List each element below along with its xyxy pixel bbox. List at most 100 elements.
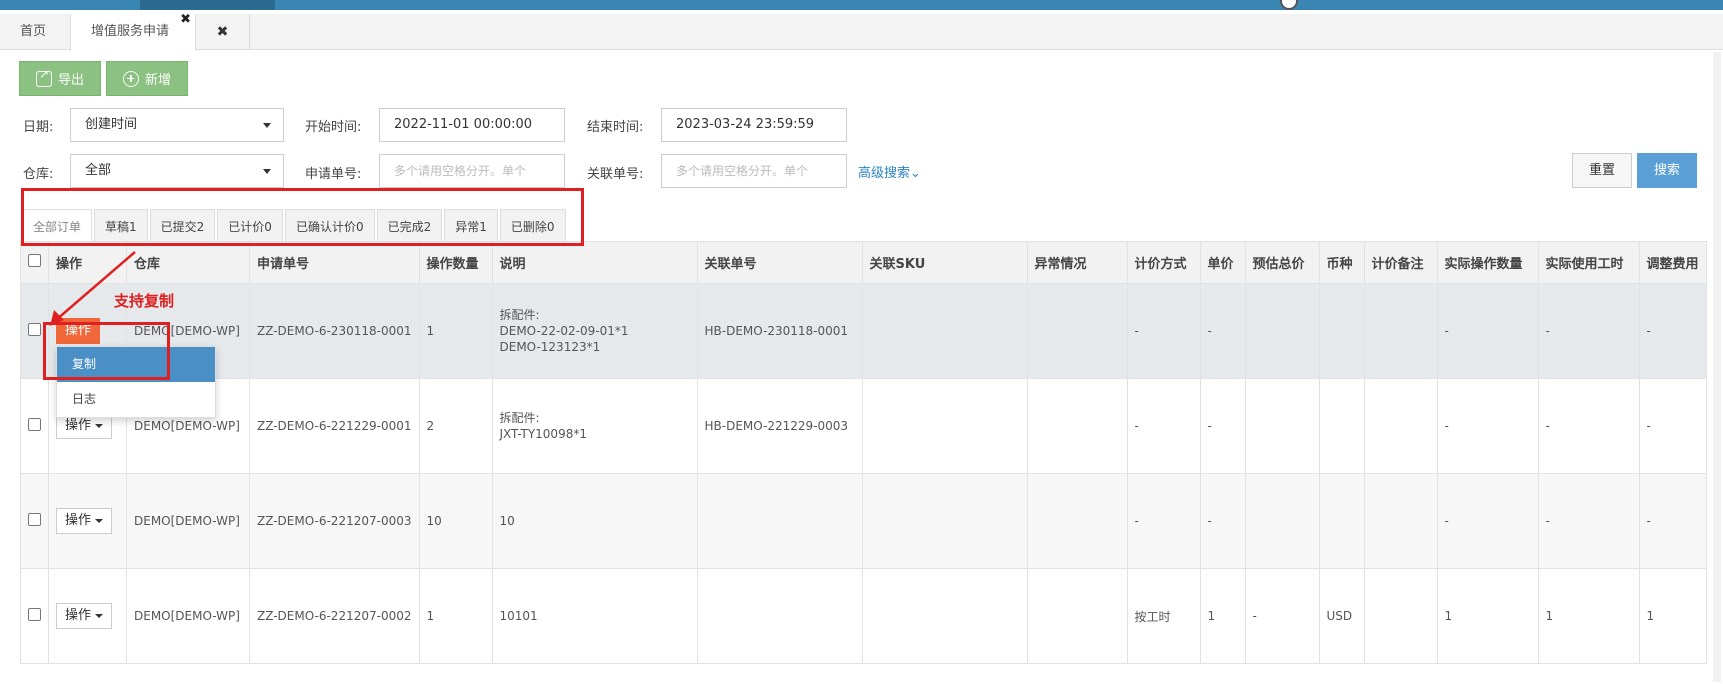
column-header: 操作数量: [418, 241, 493, 284]
currency-cell: USD: [1318, 568, 1365, 664]
row-checkbox[interactable]: [28, 418, 41, 431]
adjust-fee-cell: -: [1638, 378, 1707, 474]
header-active-menu[interactable]: [140, 0, 275, 10]
advanced-search-link[interactable]: 高级搜索⌄: [858, 162, 921, 181]
advanced-search-label: 高级搜索: [858, 166, 911, 181]
actual-qty-cell: -: [1436, 378, 1539, 474]
currency-cell: [1318, 283, 1365, 379]
orders-table: 操作 仓库 申请单号 操作数量 说明 关联单号 关联SKU 异常情况 计价方式 …: [20, 241, 1707, 664]
desc-line: JXT-TY10098*1: [499, 427, 587, 441]
adjust-fee-cell: -: [1638, 473, 1707, 569]
status-tabs-highlight-box: [21, 188, 584, 246]
column-header: 预估总价: [1244, 241, 1320, 284]
warehouse-cell: DEMO[DEMO-WP]: [126, 568, 250, 664]
desc-cell: 拆配件: JXT-TY10098*1: [491, 378, 698, 474]
start-time-label: 开始时间:: [305, 120, 362, 135]
total-cell: [1244, 283, 1320, 379]
date-type-value: 创建时间: [85, 117, 138, 132]
desc-line: 10: [499, 514, 515, 528]
column-header: 计价方式: [1126, 241, 1201, 284]
column-header: 说明: [491, 241, 698, 284]
close-all-tabs-icon[interactable]: ✖: [196, 14, 250, 50]
table-row[interactable]: 操作 DEMO[DEMO-WP] ZZ-DEMO-6-221229-0001 2…: [20, 378, 1707, 474]
remark-cell: [1363, 568, 1438, 664]
row-checkbox[interactable]: [28, 513, 41, 526]
column-header: 关联SKU: [861, 241, 1028, 284]
column-header: 申请单号: [249, 241, 420, 284]
remark-cell: [1363, 473, 1438, 569]
related-no-cell: [696, 568, 863, 664]
copy-highlight-box: [43, 322, 170, 380]
actual-hours-cell: -: [1537, 283, 1640, 379]
desc-cell: 拆配件: DEMO-22-02-09-01*1 DEMO-123123*1: [491, 283, 698, 379]
related-sku-cell: [861, 568, 1028, 664]
abnormal-cell: [1026, 283, 1128, 379]
menu-item-log[interactable]: 日志: [57, 382, 215, 417]
apply-no-cell: ZZ-DEMO-6-230118-0001: [249, 283, 420, 379]
column-header: 实际操作数量: [1436, 241, 1539, 284]
chevron-down-icon: [263, 169, 271, 174]
actual-qty-cell: -: [1436, 283, 1539, 379]
remark-cell: [1363, 283, 1438, 379]
tab-label: 增值服务申请: [91, 24, 170, 39]
qty-cell: 1: [418, 283, 493, 379]
caret-down-icon: [95, 518, 104, 523]
desc-line: DEMO-22-02-09-01*1: [499, 324, 629, 338]
export-button[interactable]: 导出: [19, 61, 101, 96]
operation-button[interactable]: 操作: [56, 603, 113, 629]
desc-line: 拆配件:: [499, 308, 540, 322]
tab-home[interactable]: 首页: [0, 14, 70, 50]
chevron-down-icon: ⌄: [910, 166, 921, 181]
currency-cell: [1318, 378, 1365, 474]
column-header: 异常情况: [1026, 241, 1128, 284]
adjust-fee-cell: 1: [1638, 568, 1707, 664]
row-select-cell: [20, 473, 49, 569]
price-cell: 1: [1199, 568, 1246, 664]
method-cell: 按工时: [1126, 568, 1201, 664]
column-header: 计价备注: [1363, 241, 1438, 284]
warehouse-value: 全部: [85, 163, 112, 178]
operation-button[interactable]: 操作: [56, 508, 113, 534]
end-time-input[interactable]: 2023-03-24 23:59:59: [661, 108, 847, 142]
desc-cell: 10101: [491, 568, 698, 664]
adjust-fee-cell: -: [1638, 283, 1707, 379]
op-cell: 操作: [48, 568, 127, 664]
warehouse-cell: DEMO[DEMO-WP]: [126, 473, 250, 569]
qty-cell: 2: [418, 378, 493, 474]
method-cell: -: [1126, 283, 1201, 379]
qty-cell: 1: [418, 568, 493, 664]
tab-close-icon[interactable]: ✖: [180, 2, 191, 38]
apply-no-input[interactable]: 多个请用空格分开。单个: [379, 154, 565, 188]
apply-no-cell: ZZ-DEMO-6-221229-0001: [249, 378, 420, 474]
column-header: 单价: [1199, 241, 1246, 284]
operation-label: 操作: [65, 608, 92, 623]
related-no-input[interactable]: 多个请用空格分开。单个: [661, 154, 847, 188]
row-checkbox[interactable]: [28, 608, 41, 621]
date-type-select[interactable]: 创建时间: [70, 108, 284, 142]
caret-down-icon: [95, 423, 104, 428]
actual-qty-cell: 1: [1436, 568, 1539, 664]
date-label: 日期:: [23, 120, 54, 135]
related-sku-cell: [861, 283, 1028, 379]
page-scrollbar[interactable]: [1713, 52, 1721, 682]
warehouse-select[interactable]: 全部: [70, 154, 284, 188]
user-avatar[interactable]: [1280, 0, 1298, 10]
column-header: 关联单号: [696, 241, 863, 284]
price-cell: -: [1199, 283, 1246, 379]
operation-label: 操作: [65, 513, 92, 528]
reset-button[interactable]: 重置: [1572, 153, 1632, 188]
method-cell: -: [1126, 473, 1201, 569]
tab-value-added-service[interactable]: 增值服务申请 ✖: [70, 12, 196, 51]
actual-hours-cell: -: [1537, 378, 1640, 474]
operation-label: 操作: [65, 418, 92, 433]
actual-hours-cell: 1: [1537, 568, 1640, 664]
remark-cell: [1363, 378, 1438, 474]
caret-down-icon: [95, 613, 104, 618]
search-button[interactable]: 搜索: [1637, 153, 1697, 188]
table-row[interactable]: 操作 DEMO[DEMO-WP] ZZ-DEMO-6-221207-0002 1…: [20, 568, 1707, 664]
start-time-input[interactable]: 2022-11-01 00:00:00: [379, 108, 565, 142]
desc-line: 10101: [499, 609, 538, 623]
table-row[interactable]: 操作 DEMO[DEMO-WP] ZZ-DEMO-6-230118-0001 1…: [20, 283, 1707, 379]
add-button[interactable]: 新增: [106, 61, 188, 96]
table-row[interactable]: 操作 DEMO[DEMO-WP] ZZ-DEMO-6-221207-0003 1…: [20, 473, 1707, 569]
